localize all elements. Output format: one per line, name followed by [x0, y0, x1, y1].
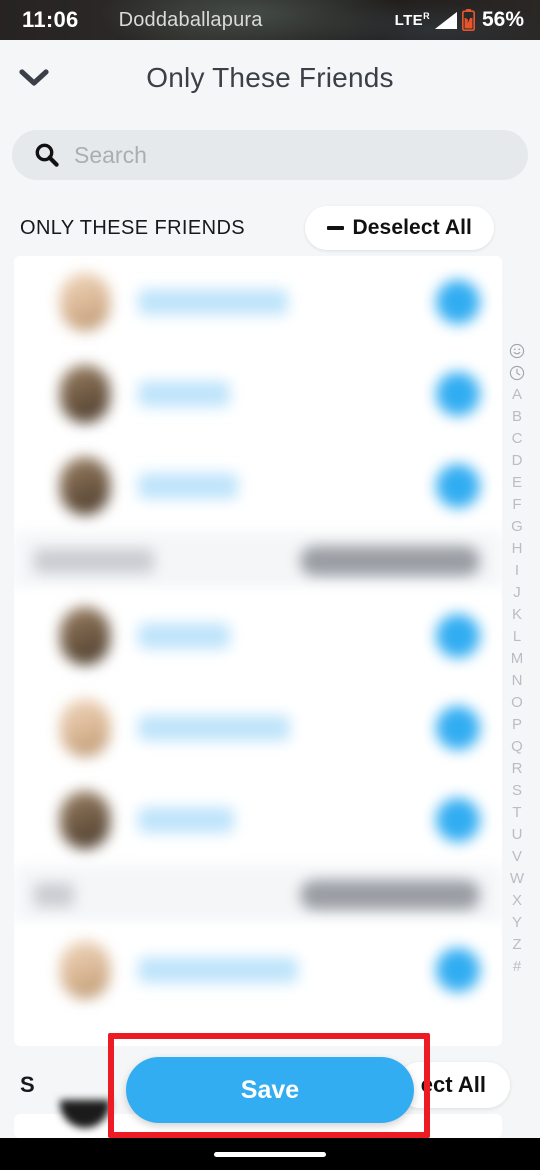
- battery-icon: [461, 9, 475, 31]
- app-header: Only These Friends: [0, 40, 540, 115]
- avatar: [60, 273, 110, 331]
- selection-checkbox[interactable]: [436, 706, 480, 750]
- alpha-index-a[interactable]: A: [505, 384, 529, 406]
- alpha-index-v[interactable]: V: [505, 846, 529, 868]
- alpha-index-o[interactable]: O: [505, 692, 529, 714]
- status-bar-right-cluster: LTER 56%: [395, 8, 524, 32]
- search-input[interactable]: [74, 141, 510, 169]
- save-button-label: Save: [240, 1075, 300, 1104]
- list-section-divider: [14, 866, 502, 924]
- alpha-index-w[interactable]: W: [505, 868, 529, 890]
- list-item[interactable]: [14, 256, 502, 348]
- avatar: [60, 791, 110, 849]
- alpha-index-f[interactable]: F: [505, 494, 529, 516]
- chevron-down-icon: [19, 68, 49, 86]
- status-bar-network: LTER: [394, 11, 430, 29]
- divider-label: [34, 549, 154, 573]
- status-bar-battery-percent: 56%: [481, 8, 524, 31]
- save-button[interactable]: Save: [126, 1057, 414, 1123]
- alpha-index-hash[interactable]: #: [505, 956, 529, 978]
- avatar: [60, 941, 110, 999]
- divider-select-all-button[interactable]: [300, 546, 480, 576]
- list-item[interactable]: [14, 682, 502, 774]
- friend-name: [138, 623, 230, 649]
- list-item[interactable]: [14, 440, 502, 532]
- alpha-index-n[interactable]: N: [505, 670, 529, 692]
- signal-bars-icon: [434, 11, 457, 29]
- alpha-index-i[interactable]: I: [505, 560, 529, 582]
- avatar: [60, 699, 110, 757]
- selection-checkbox[interactable]: [436, 948, 480, 992]
- page-title: Only These Friends: [146, 61, 394, 93]
- system-nav-bar: [0, 1138, 540, 1170]
- selection-checkbox[interactable]: [436, 372, 480, 416]
- alpha-index-h[interactable]: H: [505, 538, 529, 560]
- list-item[interactable]: [14, 348, 502, 440]
- selection-checkbox[interactable]: [436, 798, 480, 842]
- avatar: [60, 457, 110, 515]
- minus-icon: [326, 226, 344, 230]
- alpha-index-q[interactable]: Q: [505, 736, 529, 758]
- friend-name: [138, 381, 230, 407]
- smiley-icon[interactable]: [505, 340, 529, 362]
- status-bar: 11:06 Doddaballapura LTER 56%: [0, 0, 540, 40]
- section-header-only-these-friends: ONLY THESE FRIENDS Deselect All: [0, 203, 540, 253]
- status-bar-carrier: Doddaballapura: [118, 8, 263, 31]
- alpha-index-b[interactable]: B: [505, 406, 529, 428]
- deselect-all-label: Deselect All: [352, 216, 472, 239]
- friend-list[interactable]: [14, 256, 502, 1046]
- search-icon: [34, 142, 60, 168]
- alpha-index-r[interactable]: R: [505, 758, 529, 780]
- friend-name: [138, 715, 290, 741]
- alpha-index-l[interactable]: L: [505, 626, 529, 648]
- list-item[interactable]: [14, 774, 502, 866]
- selection-checkbox[interactable]: [436, 464, 480, 508]
- alpha-index-t[interactable]: T: [505, 802, 529, 824]
- alpha-index-j[interactable]: J: [505, 582, 529, 604]
- bottom-section-letter: S: [20, 1072, 35, 1097]
- list-item[interactable]: [14, 590, 502, 682]
- alpha-index-g[interactable]: G: [505, 516, 529, 538]
- alpha-index-m[interactable]: M: [505, 648, 529, 670]
- alpha-index-k[interactable]: K: [505, 604, 529, 626]
- selection-checkbox[interactable]: [436, 614, 480, 658]
- list-item[interactable]: [14, 924, 502, 1016]
- home-indicator[interactable]: [214, 1151, 326, 1157]
- friend-name: [138, 473, 238, 499]
- alpha-index-s[interactable]: S: [505, 780, 529, 802]
- status-bar-time: 11:06: [22, 7, 79, 32]
- section-label: ONLY THESE FRIENDS: [20, 216, 246, 239]
- search-bar[interactable]: [12, 130, 528, 180]
- avatar: [60, 365, 110, 423]
- alpha-index-p[interactable]: P: [505, 714, 529, 736]
- selection-checkbox[interactable]: [436, 280, 480, 324]
- alpha-index-z[interactable]: Z: [505, 934, 529, 956]
- friend-name: [138, 807, 234, 833]
- alpha-index-c[interactable]: C: [505, 428, 529, 450]
- alpha-index-x[interactable]: X: [505, 890, 529, 912]
- list-section-divider: [14, 532, 502, 590]
- deselect-all-button[interactable]: Deselect All: [304, 206, 494, 250]
- back-button[interactable]: [4, 68, 64, 87]
- alphabet-index[interactable]: A B C D E F G H I J K L M N O P Q R S T U V W X Y Z #: [500, 340, 534, 978]
- bottom-select-all-label: ect All: [420, 1072, 486, 1097]
- clock-icon[interactable]: [505, 362, 529, 384]
- friend-name: [138, 289, 288, 315]
- alpha-index-u[interactable]: U: [505, 824, 529, 846]
- friend-name: [138, 957, 298, 983]
- divider-select-all-button[interactable]: [300, 880, 480, 910]
- avatar: [60, 607, 110, 665]
- divider-label: [34, 883, 74, 907]
- alpha-index-d[interactable]: D: [505, 450, 529, 472]
- alpha-index-y[interactable]: Y: [505, 912, 529, 934]
- alpha-index-e[interactable]: E: [505, 472, 529, 494]
